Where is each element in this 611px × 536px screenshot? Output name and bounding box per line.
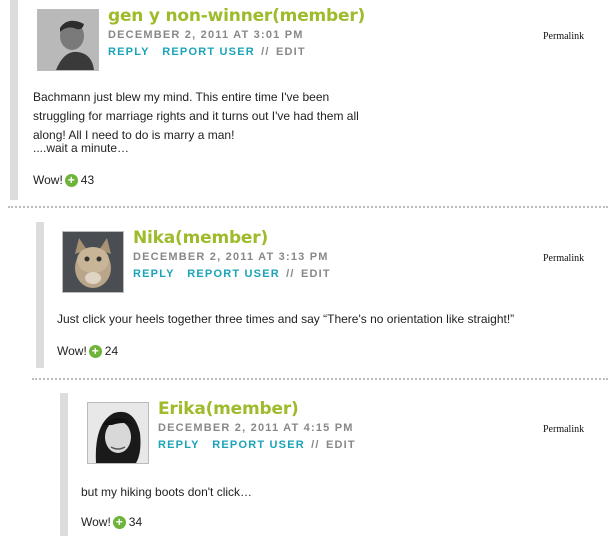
report-user-link[interactable]: REPORT USER	[212, 439, 305, 451]
comment-1: gen y non-winner(member) DECEMBER 2, 201…	[0, 0, 611, 200]
reply-link[interactable]: REPLY	[133, 268, 174, 280]
wow-count: 43	[80, 173, 95, 187]
comment-actions: REPLY REPORT USER // EDIT	[158, 439, 356, 451]
thread-bar	[10, 0, 18, 200]
wow-label: Wow!	[33, 173, 63, 187]
report-user-link[interactable]: REPORT USER	[162, 46, 255, 58]
separator: //	[261, 46, 270, 58]
comment-date: DECEMBER 2, 2011 AT 3:13 PM	[133, 251, 329, 263]
edit-link[interactable]: EDIT	[326, 439, 356, 451]
comment-date: DECEMBER 2, 2011 AT 4:15 PM	[158, 422, 354, 434]
divider	[32, 378, 608, 380]
permalink[interactable]: Permalink	[543, 253, 584, 264]
comment-text: but my hiking boots don't click…	[81, 485, 253, 499]
thread-bar	[60, 393, 68, 536]
divider	[8, 206, 608, 208]
comment-3: Erika(member) DECEMBER 2, 2011 AT 4:15 P…	[0, 393, 611, 536]
thread-bar	[36, 222, 44, 368]
wow-label: Wow!	[81, 515, 111, 529]
comment-actions: REPLY REPORT USER // EDIT	[133, 268, 331, 280]
avatar[interactable]	[37, 9, 99, 71]
wow-vote: Wow! + 24	[57, 344, 118, 358]
plus-icon[interactable]: +	[112, 515, 126, 529]
reply-link[interactable]: REPLY	[108, 46, 149, 58]
plus-icon[interactable]: +	[64, 173, 78, 187]
avatar[interactable]	[87, 402, 149, 464]
author-name[interactable]: gen y non-winner(member)	[108, 6, 365, 26]
comment-text: ....wait a minute…	[33, 141, 130, 155]
edit-link[interactable]: EDIT	[276, 46, 306, 58]
permalink[interactable]: Permalink	[543, 31, 584, 42]
reply-link[interactable]: REPLY	[158, 439, 199, 451]
comment-text: Just click your heels together three tim…	[57, 312, 515, 326]
comment-date: DECEMBER 2, 2011 AT 3:01 PM	[108, 29, 304, 41]
wow-count: 24	[104, 344, 119, 358]
report-user-link[interactable]: REPORT USER	[187, 268, 280, 280]
comment-actions: REPLY REPORT USER // EDIT	[108, 46, 306, 58]
wow-vote: Wow! + 34	[81, 515, 142, 529]
comment-2: Nika(member) DECEMBER 2, 2011 AT 3:13 PM…	[0, 222, 611, 368]
author-name[interactable]: Erika(member)	[158, 399, 299, 419]
comment-text: Bachmann just blew my mind. This entire …	[33, 90, 359, 142]
permalink[interactable]: Permalink	[543, 424, 584, 435]
wow-count: 34	[128, 515, 143, 529]
wow-label: Wow!	[57, 344, 87, 358]
separator: //	[311, 439, 320, 451]
plus-icon[interactable]: +	[88, 344, 102, 358]
edit-link[interactable]: EDIT	[301, 268, 331, 280]
avatar[interactable]	[62, 231, 124, 293]
author-name[interactable]: Nika(member)	[133, 228, 268, 248]
wow-vote: Wow! + 43	[33, 173, 94, 187]
separator: //	[286, 268, 295, 280]
